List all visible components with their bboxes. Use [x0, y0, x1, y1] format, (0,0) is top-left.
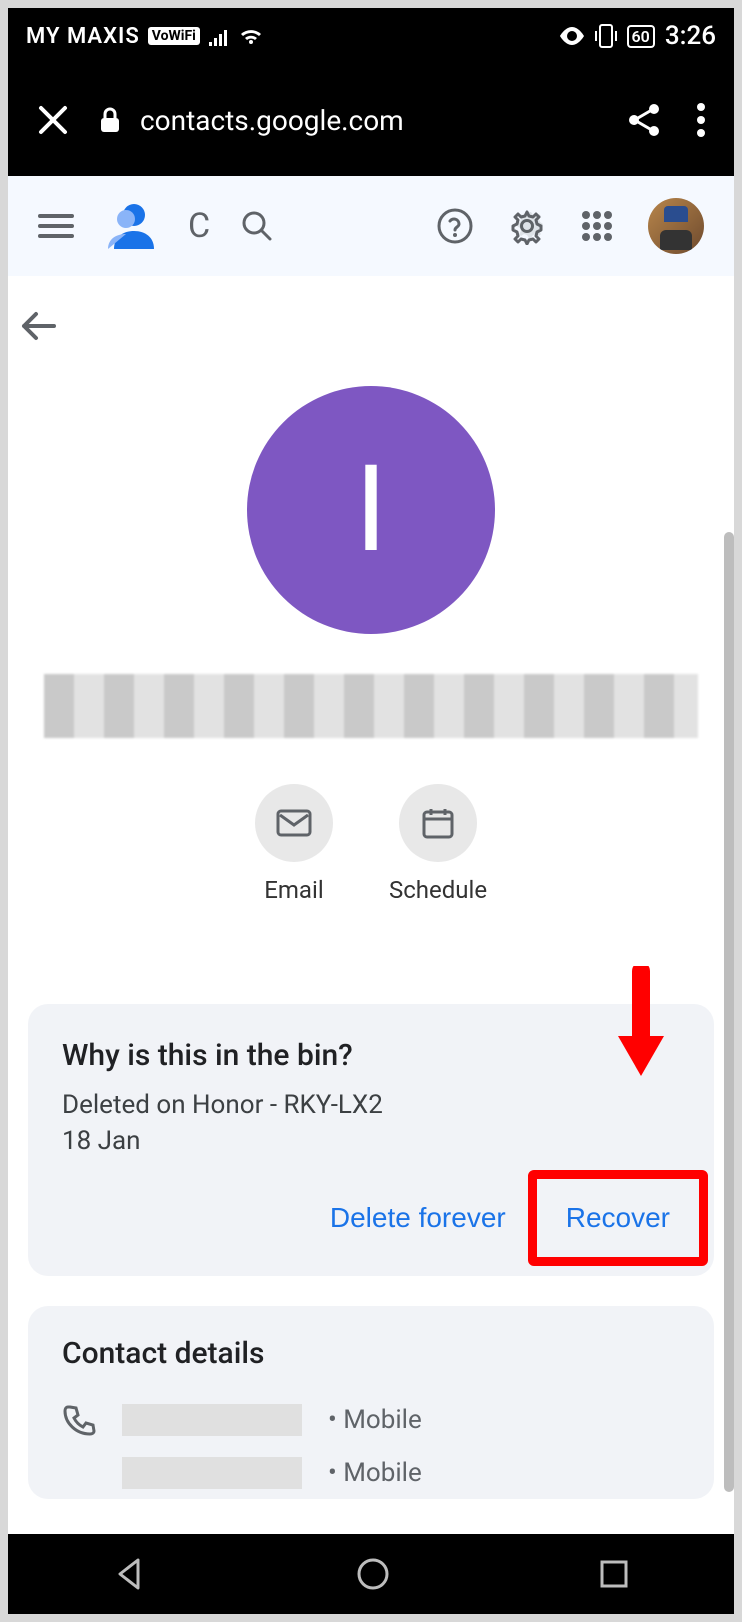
content-area: I Email — [8, 276, 734, 1534]
help-icon[interactable] — [436, 207, 474, 245]
settings-icon[interactable] — [508, 207, 546, 245]
quick-action-email[interactable]: Email — [255, 784, 333, 904]
url-bar[interactable]: contacts.google.com — [98, 104, 598, 137]
phone-row-2[interactable]: • Mobile — [62, 1447, 680, 1499]
search-icon[interactable] — [240, 209, 274, 243]
phone-type-2: Mobile — [343, 1458, 422, 1488]
back-icon[interactable] — [18, 306, 724, 346]
phone-row-1[interactable]: • Mobile — [62, 1393, 680, 1447]
wifi-icon — [238, 26, 264, 46]
email-label: Email — [264, 876, 323, 904]
more-icon[interactable] — [696, 102, 706, 138]
phone-number-redacted-2 — [122, 1457, 302, 1489]
refresh-partial-icon: C — [188, 206, 210, 246]
battery-indicator: 60 — [627, 25, 655, 48]
android-nav-bar — [8, 1534, 734, 1614]
email-icon — [276, 809, 312, 837]
recover-button[interactable]: Recover — [556, 1188, 680, 1248]
delete-forever-button[interactable]: Delete forever — [320, 1188, 516, 1248]
carrier-label: MY MAXIS — [26, 24, 140, 49]
contact-details-title: Contact details — [62, 1336, 680, 1371]
avatar-letter: I — [355, 440, 388, 580]
schedule-label: Schedule — [389, 876, 487, 904]
eye-icon — [559, 27, 585, 45]
lock-icon — [98, 106, 122, 134]
quick-action-schedule[interactable]: Schedule — [389, 784, 487, 904]
nav-back-icon[interactable] — [112, 1556, 148, 1592]
phone-icon — [62, 1403, 96, 1437]
contact-avatar: I — [247, 386, 495, 634]
bin-title: Why is this in the bin? — [62, 1038, 680, 1073]
apps-grid-icon[interactable] — [580, 209, 614, 243]
contacts-logo-icon[interactable] — [104, 199, 158, 253]
annotation-arrow-icon — [606, 966, 676, 1096]
bin-line2: 18 Jan — [62, 1123, 680, 1159]
menu-icon[interactable] — [38, 212, 74, 240]
app-header: C — [8, 176, 734, 276]
scrollbar[interactable] — [724, 532, 734, 1492]
contact-name-redacted — [44, 674, 697, 738]
phone-type-1: Mobile — [343, 1405, 422, 1435]
browser-bar: contacts.google.com — [8, 64, 734, 176]
nav-home-icon[interactable] — [355, 1556, 391, 1592]
calendar-icon — [421, 806, 455, 840]
share-icon[interactable] — [626, 102, 662, 138]
phone-number-redacted — [122, 1404, 302, 1436]
vibrate-icon — [595, 23, 617, 49]
bin-line1: Deleted on Honor - RKY-LX2 — [62, 1087, 680, 1123]
close-icon[interactable] — [36, 103, 70, 137]
clock: 3:26 — [665, 21, 716, 51]
nav-recent-icon[interactable] — [598, 1558, 630, 1590]
vowifi-badge: VoWiFi — [148, 27, 200, 45]
account-avatar[interactable] — [648, 198, 704, 254]
contact-details-card: Contact details • Mobile • Mobile — [28, 1306, 714, 1499]
battery-pct: 60 — [632, 27, 650, 46]
signal-icon — [208, 26, 230, 46]
url-text: contacts.google.com — [140, 104, 404, 137]
status-bar: MY MAXIS VoWiFi 60 3:26 — [8, 8, 734, 64]
bin-info-card: Why is this in the bin? Deleted on Honor… — [28, 1004, 714, 1276]
